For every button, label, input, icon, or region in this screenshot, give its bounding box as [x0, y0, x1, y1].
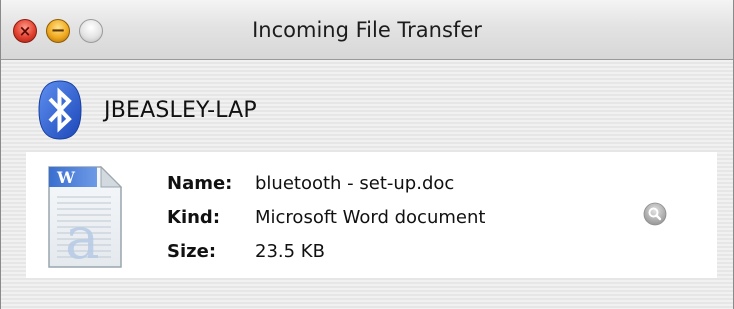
file-name-row: Name: bluetooth - set-up.doc: [167, 166, 485, 200]
title-bar[interactable]: × − Incoming File Transfer: [1, 0, 733, 60]
window-title: Incoming File Transfer: [252, 18, 482, 42]
device-name: JBEASLEY-LAP: [104, 97, 257, 123]
file-info-panel: W a Name: bluetooth - set-up.doc Kind: M…: [26, 152, 717, 278]
size-label: Size:: [167, 240, 217, 262]
name-label: Name:: [167, 172, 233, 194]
file-name-value: bluetooth - set-up.doc: [255, 172, 455, 194]
svg-text:W: W: [56, 168, 76, 187]
file-size-row: Size: 23.5 KB: [167, 234, 485, 268]
kind-label: Kind:: [167, 206, 221, 228]
file-kind-row: Kind: Microsoft Word document: [167, 200, 485, 234]
sender-device: JBEASLEY-LAP: [38, 78, 257, 142]
word-document-icon[interactable]: W a: [45, 165, 123, 269]
magnifier-icon[interactable]: [643, 202, 667, 226]
file-metadata: Name: bluetooth - set-up.doc Kind: Micro…: [167, 166, 485, 268]
file-size-value: 23.5 KB: [255, 240, 325, 262]
svg-text:a: a: [65, 204, 100, 269]
incoming-file-transfer-window: × − Incoming File Transfer JBEASLEY-LAP: [0, 0, 734, 309]
bluetooth-icon: [38, 80, 82, 140]
file-kind-value: Microsoft Word document: [255, 206, 486, 228]
